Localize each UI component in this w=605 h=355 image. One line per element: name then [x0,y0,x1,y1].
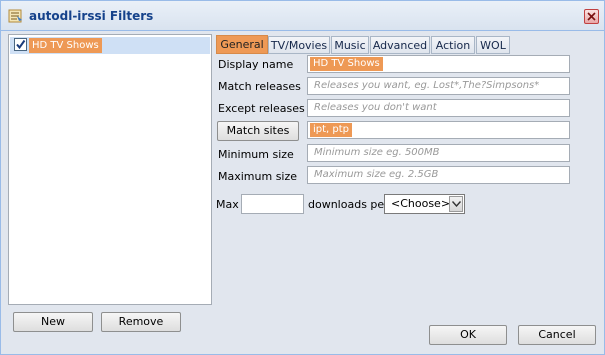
display-name-field[interactable]: HD TV Shows [307,55,570,73]
minimum-size-label: Minimum size [218,148,294,161]
max-downloads-label: Max [216,198,239,211]
tab-wol[interactable]: WOL [476,36,510,54]
maximum-size-field[interactable]: Maximum size eg. 2.5GB [307,166,570,184]
display-name-label: Display name [218,58,294,71]
minimum-size-field[interactable]: Minimum size eg. 500MB [307,144,570,162]
title-bar[interactable]: autodl-irssi Filters [1,1,604,31]
display-name-value: HD TV Shows [310,57,383,71]
tab-advanced[interactable]: Advanced [370,36,430,54]
max-downloads-field[interactable] [241,194,304,214]
match-sites-field[interactable]: ipt, ptp [307,121,570,139]
chevron-down-icon[interactable] [449,196,463,212]
tab-general[interactable]: General [216,35,268,54]
tab-tv-movies[interactable]: TV/Movies [268,36,330,54]
filter-enabled-checkbox[interactable] [14,38,27,51]
filter-item-label: HD TV Shows [29,38,102,53]
ok-button[interactable]: OK [429,325,507,345]
match-sites-button[interactable]: Match sites [217,121,299,141]
match-sites-value: ipt, ptp [310,123,353,137]
downloads-per-selected: <Choose> [391,197,451,210]
tab-music[interactable]: Music [331,36,369,54]
except-releases-label: Except releases [218,102,305,115]
filter-list[interactable]: HD TV Shows [8,34,212,305]
dialog-title: autodl-irssi Filters [29,9,154,23]
tab-action[interactable]: Action [431,36,475,54]
filters-dialog: autodl-irssi Filters HD TV Shows New Rem… [0,0,605,355]
except-releases-field[interactable]: Releases you don't want [307,99,570,117]
close-icon[interactable] [584,9,599,24]
filter-list-item[interactable]: HD TV Shows [10,37,210,54]
new-filter-button[interactable]: New [13,312,93,332]
remove-filter-button[interactable]: Remove [101,312,181,332]
match-releases-label: Match releases [218,80,301,93]
maximum-size-label: Maximum size [218,170,298,183]
cancel-button[interactable]: Cancel [518,325,596,345]
downloads-per-select[interactable]: <Choose> [384,194,465,214]
match-releases-field[interactable]: Releases you want, eg. Lost*,The?Simpson… [307,77,570,95]
filter-list-icon [8,9,23,23]
downloads-per-label: downloads per [308,198,389,211]
